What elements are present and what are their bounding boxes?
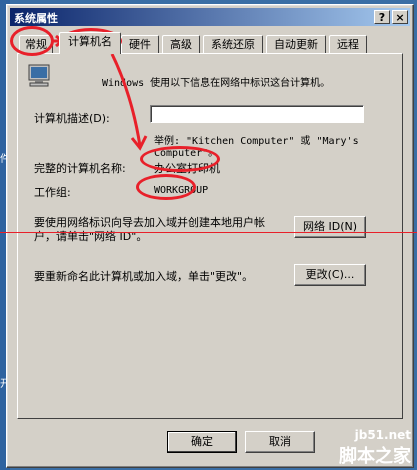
- annotation-arrows: [52, 34, 148, 151]
- tab-computer-name[interactable]: 计算机名: [59, 32, 121, 54]
- watermark-site: jb51.net: [354, 428, 411, 442]
- watermark-name: 脚本之家: [339, 446, 411, 467]
- watermark: jb51.net 脚本之家: [339, 428, 411, 468]
